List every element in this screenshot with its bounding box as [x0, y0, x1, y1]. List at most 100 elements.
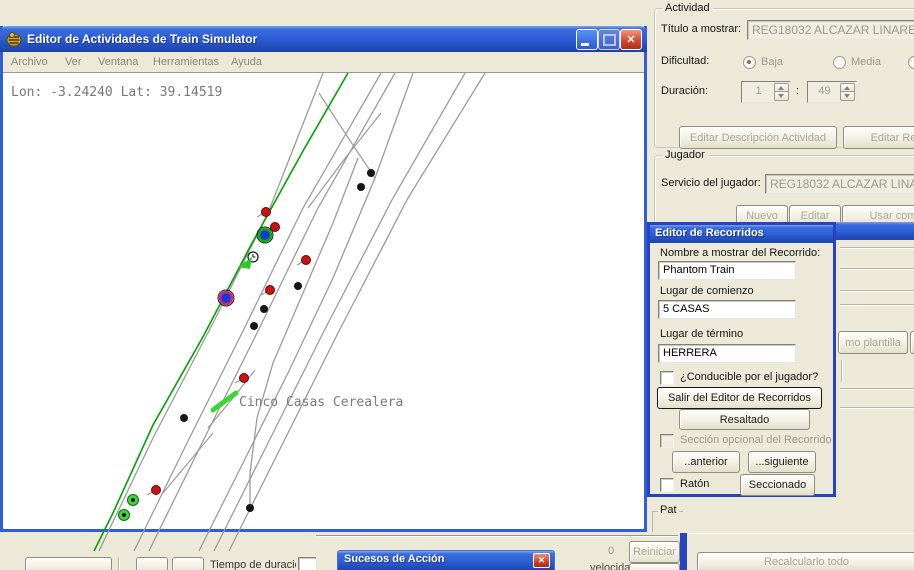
activity-groupbox: Actividad Título a mostrar: REG18032 ALC…	[654, 8, 914, 148]
waypoint-marker-black[interactable]	[357, 183, 365, 191]
minimize-button[interactable]	[576, 29, 598, 50]
route-editor-dialog: Editor de Recorridos Nombre a mostrar de…	[647, 222, 836, 497]
signal-marker-red[interactable]	[152, 486, 161, 495]
menu-archivo[interactable]: Archivo	[11, 56, 48, 68]
recalculate-all-button[interactable]: Recalcularlo todo	[697, 552, 914, 570]
track-line[interactable]	[149, 73, 395, 551]
pat-group-title: Pat	[658, 504, 679, 516]
menu-ver[interactable]: Ver	[65, 56, 82, 68]
difficulty-baja-label: Baja	[761, 56, 783, 68]
end-place-label: Lugar de término	[660, 328, 743, 340]
track-line[interactable]	[134, 73, 381, 551]
platform-marker-center	[131, 498, 135, 502]
difficulty-radio-baja[interactable]	[743, 56, 756, 69]
app-icon	[6, 31, 22, 47]
divider	[840, 304, 914, 306]
route-node-selected-magenta[interactable]	[220, 292, 232, 304]
bottom-toolbar-button-3[interactable]	[172, 557, 204, 570]
minutes-down-arrow[interactable]	[840, 91, 855, 101]
start-place-input[interactable]: 5 CASAS	[658, 300, 796, 319]
action-events-window-titlebar[interactable]: Sucesos de Acción ✕	[337, 550, 555, 570]
optional-section-checkbox-label: Sección opcional del Recorrido	[680, 434, 832, 446]
next-button[interactable]: ...siguiente	[748, 451, 816, 473]
duration-separator: :	[796, 85, 799, 97]
recalculate-panel: Recalcularlo todo	[687, 533, 914, 570]
main-window-titlebar[interactable]: Editor de Actividades de Train Simulator…	[0, 26, 647, 52]
waypoint-marker-black[interactable]	[260, 305, 268, 313]
hours-down-arrow[interactable]	[774, 91, 789, 101]
duration-hours-value: 1	[742, 85, 775, 97]
optional-section-checkbox[interactable]	[660, 434, 674, 448]
action-events-window-title: Sucesos de Acción	[344, 553, 444, 565]
signal-marker-red[interactable]	[266, 286, 275, 295]
main-window: Editor de Actividades de Train Simulator…	[0, 26, 647, 532]
route-name-input[interactable]: Phantom Train	[658, 261, 796, 280]
bottom-toolbar-button-2[interactable]	[136, 557, 168, 570]
player-path-line[interactable]	[94, 73, 348, 551]
activity-title-field[interactable]: REG18032 ALCAZAR LINARES	[747, 20, 914, 40]
activity-editor-screen: Editor de Actividades de Train Simulator…	[0, 0, 914, 570]
route-map-viewport[interactable]: Cinco Casas Cerealera Lon: -3.24240 Lat:…	[3, 72, 644, 529]
waypoint-marker-black[interactable]	[250, 322, 258, 330]
edit-summary-button[interactable]: Editar Resumen	[843, 126, 914, 149]
menu-herramientas[interactable]: Herramientas	[153, 56, 219, 68]
divider	[840, 407, 914, 409]
window-border-fragment	[680, 533, 687, 570]
track-line[interactable]	[99, 73, 323, 551]
background-window-titlebar[interactable]	[836, 222, 914, 240]
divider	[840, 247, 914, 249]
use-as-template-button-fragment[interactable]: mo plantilla	[838, 331, 908, 354]
waypoint-marker-black[interactable]	[294, 282, 302, 290]
divider	[840, 290, 914, 292]
exit-route-editor-button[interactable]: Salir del Editor de Recorridos	[657, 387, 822, 409]
route-map-canvas[interactable]: Cinco Casas Cerealera	[3, 73, 644, 555]
difficulty-media-label: Media	[851, 56, 881, 68]
highlight-button[interactable]: Resaltado	[679, 409, 810, 430]
background-window-strip: mo plantilla Bo	[836, 222, 914, 530]
waypoint-marker-black[interactable]	[367, 169, 375, 177]
edit-description-button[interactable]: Editar Descripción Actividad	[679, 126, 837, 149]
signal-marker-red[interactable]	[302, 256, 311, 265]
main-window-title: Editor de Actividades de Train Simulator	[27, 32, 257, 46]
title-to-show-label: Título a mostrar:	[661, 23, 741, 35]
end-place-input[interactable]: HERRERA	[658, 344, 796, 363]
sectioned-button[interactable]: Seccionado	[740, 474, 815, 496]
divider	[118, 557, 120, 570]
mouse-checkbox-label: Ratón	[680, 478, 709, 490]
difficulty-radio-third[interactable]	[908, 56, 914, 69]
coordinates-readout: Lon: -3.24240 Lat: 39.14519	[11, 85, 222, 100]
events-count-value: 0	[608, 545, 614, 557]
signal-marker-red[interactable]	[262, 208, 271, 217]
waypoint-marker-black[interactable]	[180, 414, 188, 422]
activity-group-title: Actividad	[662, 2, 713, 14]
drivable-checkbox[interactable]	[660, 371, 674, 385]
duration-minutes-spinner[interactable]: 49	[807, 81, 857, 103]
bottom-toolbar-button-1[interactable]	[25, 557, 112, 570]
signal-marker-red[interactable]	[240, 374, 249, 383]
player-group-title: Jugador	[662, 149, 708, 161]
player-service-field[interactable]: REG18032 ALCAZAR LINARES	[765, 174, 914, 194]
menu-ayuda[interactable]: Ayuda	[231, 56, 262, 68]
action-events-close-button[interactable]: ✕	[533, 553, 550, 568]
difficulty-radio-media[interactable]	[833, 56, 846, 69]
mouse-checkbox[interactable]	[660, 478, 674, 492]
reset-speed-button-fragment[interactable]	[629, 563, 680, 570]
route-editor-body: Nombre a mostrar del Recorrido: Phantom …	[650, 243, 833, 494]
station-label: Cinco Casas Cerealera	[239, 395, 403, 410]
waypoint-marker-black[interactable]	[246, 504, 254, 512]
previous-button[interactable]: ..anterior	[672, 451, 740, 473]
difficulty-label: Dificultad:	[661, 55, 709, 67]
route-editor-titlebar[interactable]: Editor de Recorridos	[650, 225, 833, 243]
close-button[interactable]: ✕	[620, 29, 642, 50]
reset-button[interactable]: Reiniciar	[629, 541, 680, 563]
duration-label: Duración:	[661, 85, 708, 97]
route-node-selected-green[interactable]	[259, 229, 271, 241]
maximize-button[interactable]	[598, 29, 620, 50]
pat-groupbox-fragment: Pat	[650, 498, 684, 532]
duration-hours-spinner[interactable]: 1	[741, 81, 791, 103]
divider	[841, 360, 843, 382]
delete-button-fragment[interactable]: Bo	[910, 331, 914, 354]
menu-ventana[interactable]: Ventana	[98, 56, 138, 68]
player-service-label: Servicio del jugador:	[661, 177, 761, 189]
route-editor-title: Editor de Recorridos	[655, 227, 764, 239]
